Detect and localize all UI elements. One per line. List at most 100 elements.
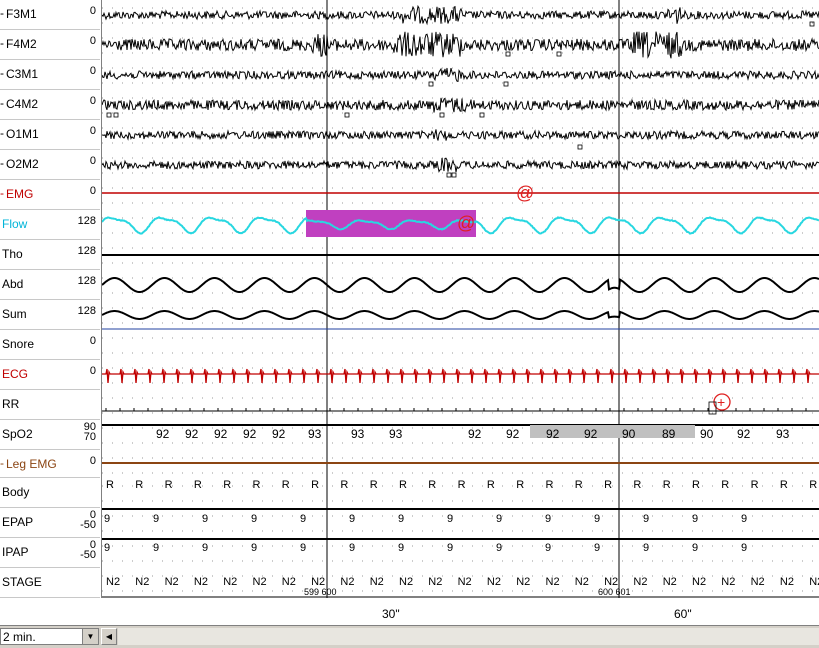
scroll-left-button[interactable]: ◀ (101, 628, 117, 645)
ipap-value: 9 (643, 542, 649, 554)
spo2-value: 92 (468, 427, 482, 441)
channel-row-15[interactable]: Leg EMG - 0 (0, 450, 100, 478)
channel-row-5[interactable]: O2M2- 0 (0, 150, 100, 180)
stage-label: N2 (223, 576, 237, 588)
ipap-value: 9 (349, 542, 355, 554)
eeg-trace (102, 67, 819, 82)
channel-scale: 0 (89, 455, 96, 467)
channel-scale: 128 (77, 305, 96, 317)
eeg-trace (102, 31, 819, 59)
channel-row-1[interactable]: F4M2- 0 (0, 30, 100, 60)
epap-value: 9 (496, 513, 502, 525)
channel-name: F4M2 (6, 37, 37, 51)
channel-scale: 0 (90, 186, 96, 197)
horizontal-scrollbar[interactable] (118, 628, 819, 645)
epap-value: 9 (594, 513, 600, 525)
eeg-trace (102, 4, 819, 26)
arousal-marker: @ (516, 183, 534, 203)
annotation-square (556, 51, 562, 57)
channel-row-4[interactable]: O1M1- 0 (0, 120, 100, 150)
time-tick-60s: 60" (674, 607, 692, 621)
scale-value: 128 (77, 305, 96, 317)
body-position-label: R (370, 479, 378, 491)
body-position-label: R (516, 479, 524, 491)
signal-traces-area[interactable]: @ @ +92 92 92 92 92 93 93 93 92 92 92 92 90 89 90 92 93 R N2… (102, 0, 819, 598)
scale-value: 0 (89, 125, 96, 137)
epap-value: 9 (643, 513, 649, 525)
body-position-label: R (663, 479, 671, 491)
chevron-down-icon[interactable]: ▼ (82, 629, 98, 644)
stage-label: N2 (106, 576, 120, 588)
stage-label: N2 (370, 576, 384, 588)
scale-value: 0 (89, 95, 96, 107)
ipap-value: 9 (398, 542, 404, 554)
arousal-marker: @ (457, 213, 475, 233)
channel-row-8[interactable]: Tho 128 (0, 240, 100, 270)
channel-row-12[interactable]: ECG 0 (0, 360, 100, 390)
channel-name: EMG (6, 187, 34, 201)
channel-label-panel: F3M1-0 F4M2-0 C3M1-0 C4M2-0 O1M1-0 O2M2-0 EMG -… (0, 0, 101, 598)
annotation-square (577, 144, 583, 150)
time-axis: 599 600 600 601 30" 60" (102, 587, 819, 625)
channel-name: SpO2 (2, 427, 33, 441)
body-position-label: R (165, 479, 173, 491)
annotation-square (344, 112, 350, 118)
channel-name: C3M1 (6, 67, 39, 81)
channel-row-9[interactable]: Abd 128 (0, 270, 100, 300)
channel-row-11[interactable]: Snore 0 (0, 330, 100, 360)
ipap-value: 9 (545, 542, 551, 554)
channel-scale: 128 (78, 276, 96, 287)
spo2-value: 90 (622, 427, 636, 441)
spo2-value: 92 (584, 427, 598, 441)
channel-row-16[interactable]: Body (0, 478, 100, 508)
ipap-value: 9 (496, 542, 502, 554)
body-position-label: R (721, 479, 729, 491)
scale-value: 70 (83, 431, 96, 443)
channel-name: Sum (2, 307, 27, 321)
scale-value: 0 (89, 455, 96, 467)
channel-row-10[interactable]: Sum 128 (0, 300, 100, 330)
stage-label: N2 (458, 576, 472, 588)
ipap-value: 9 (692, 542, 698, 554)
channel-row-17[interactable]: EPAP 0 -50 (0, 508, 100, 538)
body-position-label: R (428, 479, 436, 491)
spo2-value: 92 (214, 427, 228, 441)
stage-label: N2 (165, 576, 179, 588)
stage-label: N2 (340, 576, 354, 588)
channel-marker: - (0, 156, 4, 170)
body-position-label: R (780, 479, 788, 491)
time-window-value: 2 min. (3, 630, 36, 644)
ipap-value: 9 (153, 542, 159, 554)
channel-row-14[interactable]: SpO2 90 70 (0, 420, 100, 450)
channel-marker: - (0, 36, 4, 50)
channel-row-13[interactable]: RR (0, 390, 100, 420)
ipap-value: 9 (300, 542, 306, 554)
epap-value: 9 (300, 513, 306, 525)
channel-row-19[interactable]: STAGE (0, 568, 100, 598)
body-position-label: R (751, 479, 759, 491)
channel-name: IPAP (2, 545, 29, 559)
channel-scale: 0 (89, 95, 96, 107)
channel-name: Tho (2, 247, 23, 261)
channel-row-0[interactable]: F3M1- 0 (0, 0, 100, 30)
stage-label: N2 (428, 576, 442, 588)
stage-label: N2 (692, 576, 706, 588)
body-position-label: R (194, 479, 202, 491)
channel-scale: 0 -50 (80, 540, 96, 561)
channel-row-2[interactable]: C3M1- 0 (0, 60, 100, 90)
channel-scale: 0 (90, 36, 96, 47)
channel-row-6[interactable]: EMG - 0 (0, 180, 100, 210)
body-position-label: R (223, 479, 231, 491)
spo2-value: 93 (308, 427, 322, 441)
body-position-label: R (692, 479, 700, 491)
channel-marker: - (0, 6, 4, 20)
channel-scale: 0 (89, 125, 96, 137)
channel-name: O2M2 (6, 157, 39, 171)
epap-value: 9 (202, 513, 208, 525)
channel-row-18[interactable]: IPAP 0 -50 (0, 538, 100, 568)
stage-label: N2 (546, 576, 560, 588)
channel-row-3[interactable]: C4M2- 0 (0, 90, 100, 120)
time-window-select[interactable]: 2 min. ▼ (0, 628, 99, 645)
channel-row-7[interactable]: Flow 128 (0, 210, 100, 240)
spo2-value: 89 (662, 427, 676, 441)
